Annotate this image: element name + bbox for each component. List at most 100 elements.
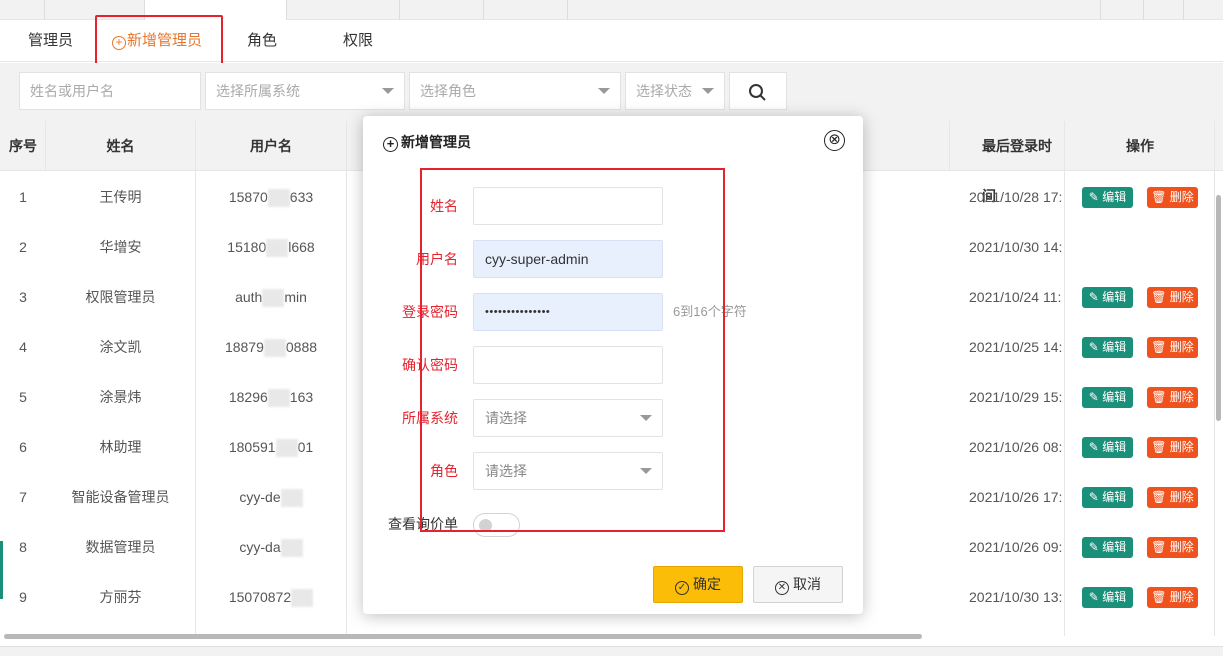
- delete-button-label: 删除: [1169, 290, 1194, 304]
- row-index: 2: [19, 239, 27, 255]
- row-name: 王传明: [99, 189, 142, 205]
- edit-button-label: 编辑: [1102, 440, 1127, 454]
- tab-admins[interactable]: 管理员: [28, 20, 73, 62]
- username-start: 15070872: [228, 589, 292, 605]
- trash-icon: 🗑: [1151, 490, 1167, 504]
- delete-button-label: 删除: [1169, 190, 1194, 204]
- confirm-button-label: 确定: [693, 576, 721, 592]
- edit-button-label: 编辑: [1102, 190, 1127, 204]
- redaction-blur: [280, 489, 303, 508]
- edit-button[interactable]: ✎ 编辑: [1082, 537, 1133, 558]
- search-button[interactable]: [729, 72, 787, 110]
- row-name: 数据管理员: [85, 539, 156, 555]
- edit-button-label: 编辑: [1102, 490, 1127, 504]
- confirm-button[interactable]: ✓ 确定: [653, 566, 743, 603]
- tabs-menu-button[interactable]: [1144, 0, 1184, 20]
- pencil-icon: ✎: [1088, 590, 1099, 604]
- dialog-title: + 新增管理员: [383, 131, 471, 153]
- plus-circle-icon: +: [383, 137, 398, 152]
- delete-button-label: 删除: [1169, 440, 1194, 454]
- status-select[interactable]: 选择状态: [625, 72, 725, 110]
- row-last-login: 2021/10/30 13:: [969, 589, 1063, 605]
- redaction-blur: [266, 239, 289, 258]
- row-username: cyy-da: [196, 522, 346, 572]
- tab-permissions[interactable]: 权限: [343, 20, 373, 62]
- edit-button-label: 编辑: [1102, 290, 1127, 304]
- username-start: 180591: [228, 439, 276, 455]
- redaction-blur: [275, 439, 298, 458]
- cancel-button[interactable]: ✕ 取消: [753, 566, 843, 603]
- edit-button[interactable]: ✎ 编辑: [1082, 487, 1133, 508]
- delete-button[interactable]: 🗑 删除: [1147, 187, 1198, 208]
- redaction-blur: [280, 539, 303, 558]
- col-divider: [45, 121, 46, 171]
- username-end: l668: [288, 239, 315, 255]
- username-end: 01: [297, 439, 314, 455]
- system-select[interactable]: 选择所属系统: [205, 72, 405, 110]
- row-index: 5: [19, 389, 27, 405]
- close-circle-icon: ✕: [775, 581, 789, 595]
- top-tab-4[interactable]: [400, 0, 484, 20]
- horizontal-scrollbar[interactable]: [4, 634, 922, 639]
- col-username: 用户名: [250, 138, 292, 154]
- role-select[interactable]: 选择角色: [409, 72, 621, 110]
- username-end: 0888: [285, 339, 318, 355]
- row-name: 涂文凯: [99, 339, 142, 355]
- delete-button[interactable]: 🗑 删除: [1147, 337, 1198, 358]
- edit-button[interactable]: ✎ 编辑: [1082, 187, 1133, 208]
- row-index: 6: [19, 439, 27, 455]
- home-tab[interactable]: [0, 0, 45, 20]
- row-username: 18296 163: [196, 372, 346, 422]
- tabs-scroll-button[interactable]: [1100, 0, 1144, 20]
- row-last-login: 2021/10/25 14:: [969, 339, 1063, 355]
- row-username: 15070872: [196, 572, 346, 622]
- annotation-highlight-box: [420, 168, 725, 532]
- top-tab-5[interactable]: [484, 0, 568, 20]
- username-start: 15180: [227, 239, 267, 255]
- top-tab-3[interactable]: [287, 0, 400, 20]
- add-admin-dialog: + 新增管理员 ⊗ 姓名 用户名 cyy-super-admin 登录密码 •••…: [363, 116, 863, 614]
- edit-button[interactable]: ✎ 编辑: [1082, 437, 1133, 458]
- row-username: 180591 01: [196, 422, 346, 472]
- edit-button-label: 编辑: [1102, 540, 1127, 554]
- row-username: 15870 633: [196, 172, 346, 222]
- chevron-down-icon: [702, 88, 714, 94]
- name-search-input[interactable]: 姓名或用户名: [19, 72, 201, 110]
- redaction-blur: [267, 189, 290, 208]
- system-select-label: 选择所属系统: [216, 83, 300, 99]
- delete-button-label: 删除: [1169, 540, 1194, 554]
- row-username: 18879 0888: [196, 322, 346, 372]
- redaction-blur: [267, 389, 290, 408]
- delete-button[interactable]: 🗑 删除: [1147, 387, 1198, 408]
- edit-button[interactable]: ✎ 编辑: [1082, 287, 1133, 308]
- delete-button[interactable]: 🗑 删除: [1147, 487, 1198, 508]
- edit-button[interactable]: ✎ 编辑: [1082, 587, 1133, 608]
- row-username: auth min: [196, 272, 346, 322]
- delete-button[interactable]: 🗑 删除: [1147, 287, 1198, 308]
- tab-roles[interactable]: 角色: [247, 20, 277, 62]
- row-last-login: 2021/10/26 09:: [969, 539, 1063, 555]
- trash-icon: 🗑: [1151, 290, 1167, 304]
- dialog-title-text: 新增管理员: [401, 134, 471, 150]
- edit-button[interactable]: ✎ 编辑: [1082, 337, 1133, 358]
- delete-button[interactable]: 🗑 删除: [1147, 587, 1198, 608]
- close-icon[interactable]: ⊗: [824, 130, 845, 151]
- annotation-highlight-box: [95, 15, 223, 67]
- username-start: auth: [235, 289, 263, 305]
- delete-button[interactable]: 🗑 删除: [1147, 537, 1198, 558]
- trash-icon: 🗑: [1151, 390, 1167, 404]
- row-username: cyy-de: [196, 472, 346, 522]
- delete-button[interactable]: 🗑 删除: [1147, 437, 1198, 458]
- row-last-login: 2021/10/26 17:: [969, 489, 1063, 505]
- row-name: 林助理: [99, 439, 142, 455]
- redaction-blur: [291, 589, 314, 608]
- edit-button-label: 编辑: [1102, 590, 1127, 604]
- edit-button[interactable]: ✎ 编辑: [1082, 387, 1133, 408]
- col-index: 序号: [9, 138, 37, 154]
- username-end: 163: [289, 389, 314, 405]
- row-last-login: 2021/10/30 14:: [969, 239, 1063, 255]
- chevron-down-icon: [382, 88, 394, 94]
- edit-button-label: 编辑: [1102, 340, 1127, 354]
- vertical-scrollbar[interactable]: [1216, 195, 1221, 421]
- delete-button-label: 删除: [1169, 390, 1194, 404]
